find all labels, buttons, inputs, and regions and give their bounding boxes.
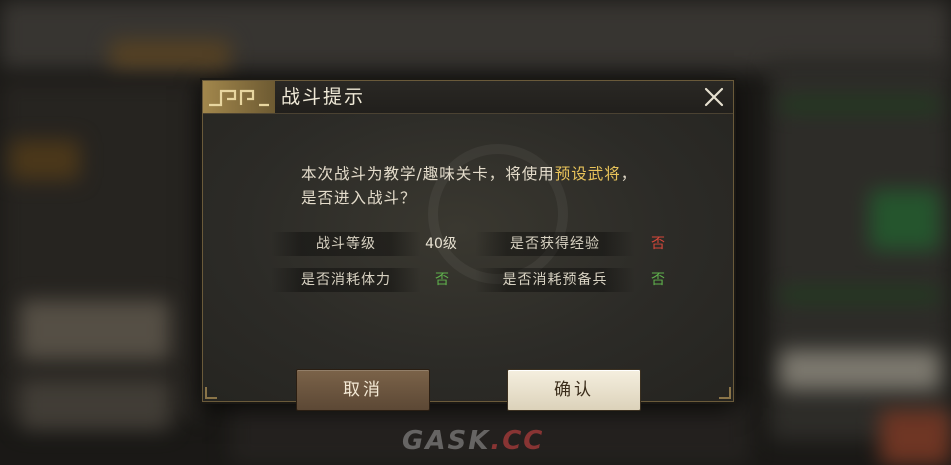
- info-row-2: 是否消耗体力 否 是否消耗预备兵 否: [271, 268, 675, 294]
- consume-stamina-label: 是否消耗体力: [271, 268, 421, 292]
- consume-reserve-value: 否: [651, 272, 665, 288]
- corner-ornament: [719, 387, 731, 399]
- message-prefix: 本次战斗为教学/趣味关卡，将使用: [301, 165, 555, 183]
- watermark-part-a: GASK: [402, 426, 491, 456]
- close-button[interactable]: [701, 84, 727, 110]
- dialog-body: 本次战斗为教学/趣味关卡，将使用预设武将，是否进入战斗？ 战斗等级 40级 是否…: [203, 114, 733, 411]
- battle-level-label: 战斗等级: [271, 232, 421, 256]
- gain-exp-label: 是否获得经验: [475, 232, 635, 256]
- message-highlight: 预设武将: [554, 165, 621, 183]
- corner-ornament: [205, 387, 217, 399]
- battle-prompt-dialog: 战斗提示 本次战斗为教学/趣味关卡，将使用预设武将，是否进入战斗？ 战斗等级 4…: [202, 80, 734, 411]
- site-watermark: GASK.CC: [402, 426, 544, 456]
- battle-message: 本次战斗为教学/趣味关卡，将使用预设武将，是否进入战斗？: [301, 162, 641, 210]
- title-ornament-icon: [203, 81, 275, 113]
- consume-stamina-value: 否: [435, 272, 449, 288]
- watermark-part-b: .CC: [490, 426, 545, 456]
- confirm-button[interactable]: 确认: [507, 369, 641, 411]
- cancel-button[interactable]: 取消: [296, 369, 430, 411]
- dialog-title-bar: 战斗提示: [203, 81, 733, 114]
- info-row-1: 战斗等级 40级 是否获得经验 否: [271, 232, 675, 258]
- gain-exp-value: 否: [651, 236, 665, 252]
- dialog-title: 战斗提示: [281, 86, 366, 108]
- battle-level-value: 40级: [425, 236, 457, 252]
- close-icon: [704, 87, 724, 107]
- consume-reserve-label: 是否消耗预备兵: [475, 268, 635, 292]
